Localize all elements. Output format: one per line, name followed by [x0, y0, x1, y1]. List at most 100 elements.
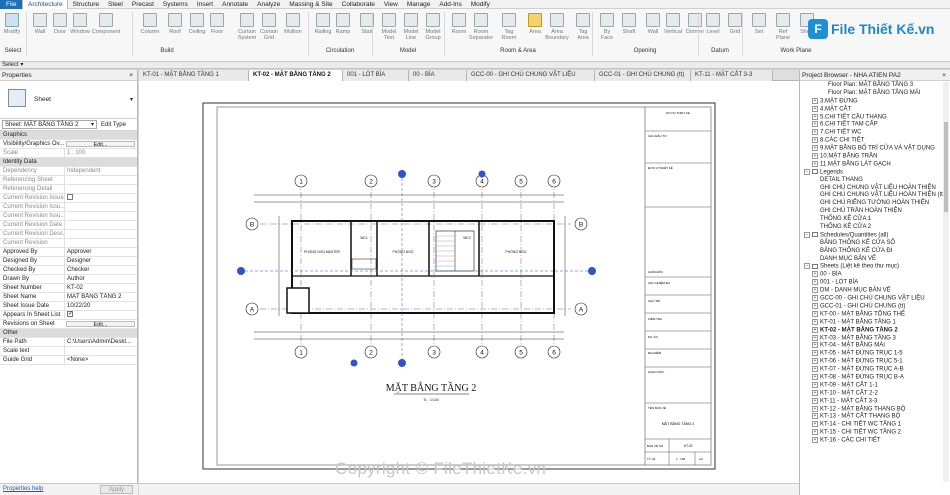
expand-icon[interactable]: +: [812, 121, 818, 128]
browser-node[interactable]: + KT-06 - MẶT ĐỨNG TRỤC 5-1: [800, 358, 950, 366]
ribbon-button-0[interactable]: Modify: [1, 11, 23, 45]
ribbon-button-25[interactable]: Shaft: [618, 11, 640, 45]
chevron-down-icon[interactable]: ▾: [130, 96, 133, 103]
close-icon[interactable]: ×: [942, 70, 946, 81]
browser-node[interactable]: +10.MẶT BẰNG TRẦN: [800, 153, 950, 161]
expand-icon[interactable]: +: [812, 413, 818, 420]
view-tab[interactable]: 001 - LÓT BÌA: [343, 70, 409, 81]
instance-filter-dropdown[interactable]: Sheet: MẶT BẰNG TẦNG 2 ▾: [2, 120, 97, 129]
property-group[interactable]: Other: [0, 329, 137, 338]
browser-node[interactable]: + KT-12 - MẶT BẰNG THANG BỘ: [800, 405, 950, 414]
expand-icon[interactable]: +: [812, 145, 818, 152]
browser-node[interactable]: +6.CHI TIẾT TAM CẤP: [800, 121, 950, 129]
expand-icon[interactable]: +: [812, 326, 818, 333]
browser-node[interactable]: − Legends: [800, 168, 950, 177]
browser-node[interactable]: + DM - DANH MỤC BẢN VẼ: [800, 287, 950, 295]
view-tab[interactable]: KT-02 - MẶT BẰNG TẦNG 2: [249, 70, 343, 81]
expand-icon[interactable]: +: [812, 287, 818, 294]
expand-icon[interactable]: +: [812, 366, 818, 373]
scrollbar-thumb[interactable]: [944, 122, 948, 212]
collapse-icon[interactable]: −: [804, 231, 810, 238]
browser-node[interactable]: +4.MẶT CẮT: [800, 105, 950, 114]
close-icon[interactable]: ×: [129, 70, 133, 81]
browser-node[interactable]: BẢNG THỐNG KÊ CỬA ĐI: [800, 248, 950, 256]
ribbon-button-2[interactable]: Door: [49, 11, 71, 45]
ribbon-button-5[interactable]: Column: [139, 11, 161, 45]
view-tab[interactable]: 00 - BÌA: [409, 70, 467, 81]
browser-node[interactable]: +11.MẶT BẰNG LÁT GẠCH: [800, 160, 950, 169]
edit-type-button[interactable]: Edit Type: [101, 122, 126, 128]
ribbon-button-24[interactable]: By Face: [596, 11, 618, 45]
expand-icon[interactable]: +: [812, 429, 818, 436]
apply-button[interactable]: Apply: [100, 485, 133, 494]
property-value[interactable]: MẶT BẰNG TẦNG 2: [64, 293, 137, 301]
menu-tab-5[interactable]: Systems: [158, 0, 192, 9]
browser-node[interactable]: + KT-03 - MẶT BẰNG TẦNG 3: [800, 334, 950, 343]
property-value[interactable]: <None>: [64, 356, 137, 364]
ribbon-button-22[interactable]: Area Boundary: [545, 11, 569, 45]
browser-node[interactable]: +3.MẶT ĐỨNG: [800, 97, 950, 106]
menu-tab-8[interactable]: Analyze: [253, 0, 285, 9]
ribbon-button-19[interactable]: Room Separator: [469, 11, 493, 45]
menu-tab-12[interactable]: Manage: [402, 0, 435, 9]
ribbon-button-7[interactable]: Ceiling: [186, 11, 208, 45]
expand-icon[interactable]: +: [812, 421, 818, 428]
view-tab[interactable]: KT-11 - MẶT CẮT 3-3: [691, 70, 773, 81]
property-checkbox[interactable]: [67, 311, 73, 319]
browser-node[interactable]: +9.MẶT BẰNG BỐ TRÍ CỬA VÀ VẬT DỤNG: [800, 145, 950, 153]
ribbon-button-32[interactable]: Ref Plane: [772, 11, 794, 45]
expand-icon[interactable]: +: [812, 358, 818, 365]
ribbon-button-26[interactable]: Wall: [642, 11, 664, 45]
expand-icon[interactable]: +: [812, 105, 818, 112]
view-tab[interactable]: KT-01 - MẶT BẰNG TẦNG 1: [139, 70, 249, 81]
property-value[interactable]: Author: [64, 275, 137, 283]
menu-tab-2[interactable]: Structure: [68, 0, 103, 9]
ribbon-button-13[interactable]: Ramp: [332, 11, 354, 45]
expand-icon[interactable]: +: [812, 113, 818, 120]
browser-node[interactable]: THỐNG KÊ CỬA 1: [800, 216, 950, 224]
menu-tab-3[interactable]: Steel: [104, 0, 128, 9]
select-dropdown[interactable]: Select ▾: [2, 61, 23, 69]
expand-icon[interactable]: +: [812, 437, 818, 444]
ribbon-button-11[interactable]: Mullion: [282, 11, 304, 45]
expand-icon[interactable]: +: [812, 405, 818, 412]
browser-node[interactable]: + KT-04 - MẶT BẰNG MÁI: [800, 342, 950, 350]
ribbon-button-6[interactable]: Roof: [164, 11, 186, 45]
menu-tab-7[interactable]: Annotate: [218, 0, 253, 9]
menu-tab-4[interactable]: Precast: [127, 0, 158, 9]
expand-icon[interactable]: +: [812, 381, 818, 388]
ribbon-button-8[interactable]: Floor: [206, 11, 228, 45]
expand-icon[interactable]: +: [812, 160, 818, 167]
menu-tab-13[interactable]: Add-Ins: [435, 0, 466, 9]
ribbon-button-14[interactable]: Stair: [356, 11, 378, 45]
ribbon-button-21[interactable]: Area: [524, 11, 546, 45]
ribbon-button-10[interactable]: Curtain Grid: [258, 11, 280, 45]
menu-tab-6[interactable]: Insert: [192, 0, 217, 9]
ribbon-button-12[interactable]: Railing: [312, 11, 334, 45]
expand-icon[interactable]: +: [812, 318, 818, 325]
property-group[interactable]: Identity Data: [0, 158, 137, 167]
property-checkbox[interactable]: [67, 194, 73, 201]
collapse-icon[interactable]: −: [804, 263, 810, 270]
view-tab[interactable]: GCC-00 - GHI CHÚ CHUNG VẬT LIỆU: [467, 70, 595, 81]
browser-node[interactable]: − Schedules/Quantities (all): [800, 231, 950, 240]
browser-node[interactable]: BẢNG THỐNG KÊ CỬA SỔ: [800, 240, 950, 248]
menu-tab-11[interactable]: View: [379, 0, 402, 9]
browser-node[interactable]: + KT-15 - CHI TIẾT WC TẦNG 2: [800, 429, 950, 437]
properties-help-link[interactable]: Properties help: [3, 486, 43, 492]
browser-node[interactable]: +8.CÁC CHI TIẾT: [800, 137, 950, 145]
browser-node[interactable]: Floor Plan: MẶT BẰNG TẦNG MÁI: [800, 90, 950, 98]
expand-icon[interactable]: +: [812, 350, 818, 357]
browser-node[interactable]: +5.CHI TIẾT CẦU THANG: [800, 113, 950, 122]
menu-tab-0[interactable]: File: [0, 0, 23, 9]
ribbon-button-23[interactable]: Tag Area: [572, 11, 594, 45]
menu-tab-14[interactable]: Modify: [466, 0, 494, 9]
browser-node[interactable]: +7.CHI TIẾT WC: [800, 129, 950, 137]
ribbon-button-3[interactable]: Window: [69, 11, 91, 45]
browser-node[interactable]: + KT-07 - MẶT ĐỨNG TRỤC A-B: [800, 366, 950, 374]
ribbon-button-15[interactable]: Model Text: [378, 11, 400, 45]
ribbon-button-17[interactable]: Model Group: [422, 11, 444, 45]
expand-icon[interactable]: +: [812, 302, 818, 309]
expand-icon[interactable]: +: [812, 334, 818, 341]
ribbon-button-18[interactable]: Room: [448, 11, 470, 45]
